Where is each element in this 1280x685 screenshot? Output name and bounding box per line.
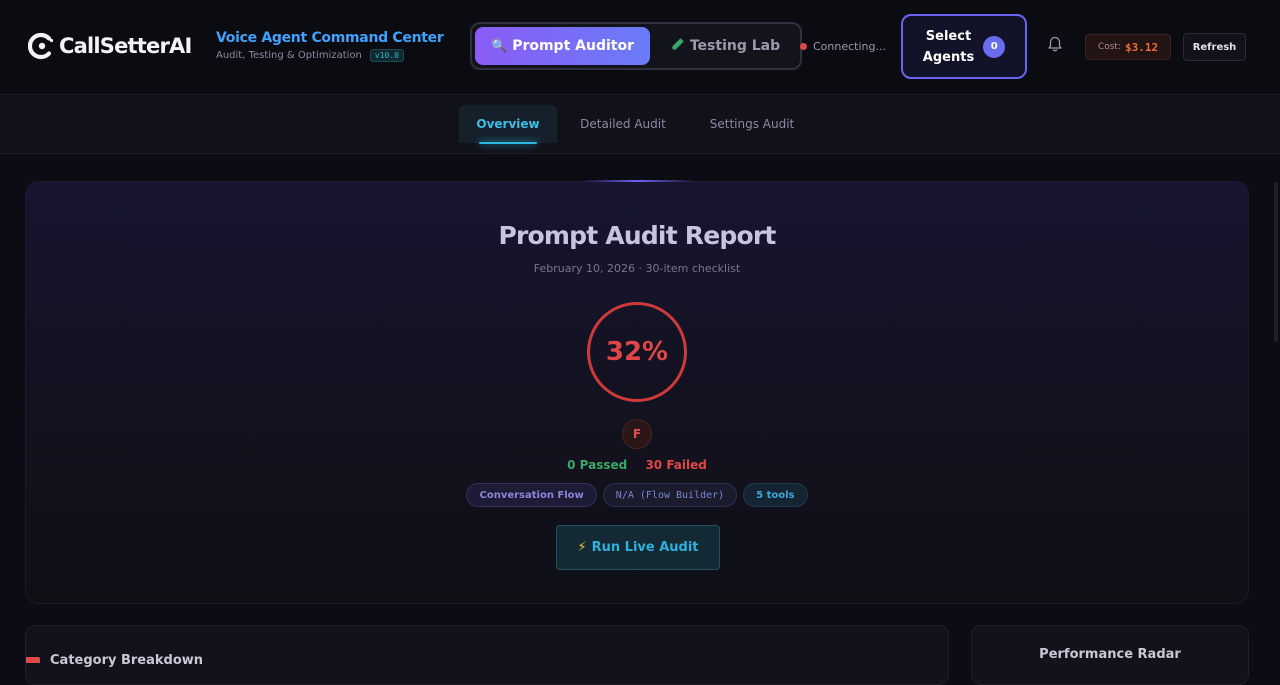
grade-badge: F [622, 419, 652, 449]
mode-prompt-auditor-button[interactable]: 🔍 Prompt Auditor [475, 27, 650, 65]
logo-text: CallSetterAI [59, 34, 192, 58]
tab-overview[interactable]: Overview [459, 105, 557, 144]
select-agents-label-line2: Agents [922, 49, 975, 65]
mode-label: Prompt Auditor [512, 38, 634, 54]
selected-agents-count: 0 [983, 35, 1006, 58]
connection-status: Connecting... [800, 40, 886, 53]
report-tags: Conversation Flow N/A (Flow Builder) 5 t… [26, 483, 1248, 507]
brand-logo[interactable]: CallSetterAI [28, 32, 192, 60]
passed-count: 0 Passed [567, 458, 628, 472]
report-title: Prompt Audit Report [498, 221, 776, 250]
tag-conversation-flow: Conversation Flow [466, 483, 597, 507]
audit-report-card: Prompt Audit Report February 10, 2026 · … [25, 180, 1249, 604]
tag-flow-builder: N/A (Flow Builder) [602, 483, 738, 507]
select-agents-button[interactable]: Select Agents 0 [901, 14, 1027, 79]
mode-testing-lab-button[interactable]: Testing Lab [658, 27, 793, 65]
cost-value: $3.12 [1124, 40, 1159, 54]
run-live-audit-label: Run Live Audit [591, 540, 699, 555]
status-dot-icon [800, 43, 807, 50]
version-badge: v10.0 [369, 49, 404, 62]
performance-radar-panel: Performance Radar [971, 625, 1249, 685]
app-title: Voice Agent Command Center [216, 30, 444, 46]
brand-block: Voice Agent Command Center Audit, Testin… [216, 30, 444, 62]
logo-icon [28, 32, 54, 60]
page-scrollbar[interactable] [1274, 182, 1278, 342]
bell-icon[interactable] [1046, 35, 1064, 53]
mode-switch: 🔍 Prompt Auditor Testing Lab [470, 22, 802, 70]
magnifier-icon: 🔍 [491, 38, 508, 54]
panel-accent-bar [26, 657, 40, 663]
tab-settings-audit[interactable]: Settings Audit [698, 105, 806, 143]
select-agents-label: Select Agents [923, 26, 974, 68]
cost-display: Cost: $3.12 [1085, 34, 1171, 60]
run-live-audit-button[interactable]: ⚡ Run Live Audit [556, 525, 720, 570]
select-agents-label-line1: Select [925, 28, 972, 44]
score-value: 32% [605, 337, 669, 367]
pass-fail-stats: 0 Passed 30 Failed [26, 458, 1248, 472]
refresh-button[interactable]: Refresh [1183, 33, 1246, 61]
tab-bar: Overview Detailed Audit Settings Audit [0, 95, 1280, 154]
category-breakdown-panel: Category Breakdown [25, 625, 949, 685]
connection-status-text: Connecting... [813, 40, 886, 53]
score-ring: 32% [587, 302, 687, 402]
app-header: CallSetterAI Voice Agent Command Center … [0, 0, 1280, 95]
failed-count: 30 Failed [645, 458, 707, 472]
lightning-icon: ⚡ [577, 540, 587, 555]
cost-label: Cost: [1097, 42, 1121, 52]
performance-radar-title: Performance Radar [1039, 647, 1181, 662]
test-tube-icon [671, 37, 685, 55]
tag-tools-count: 5 tools [743, 483, 808, 507]
card-glow-divider [581, 180, 696, 182]
report-meta: February 10, 2026 · 30-item checklist [533, 262, 741, 275]
app-subtitle: Audit, Testing & Optimization v10.0 [216, 49, 443, 62]
mode-label: Testing Lab [689, 38, 781, 54]
app-subtitle-text: Audit, Testing & Optimization [216, 50, 362, 61]
tab-detailed-audit[interactable]: Detailed Audit [570, 105, 676, 143]
